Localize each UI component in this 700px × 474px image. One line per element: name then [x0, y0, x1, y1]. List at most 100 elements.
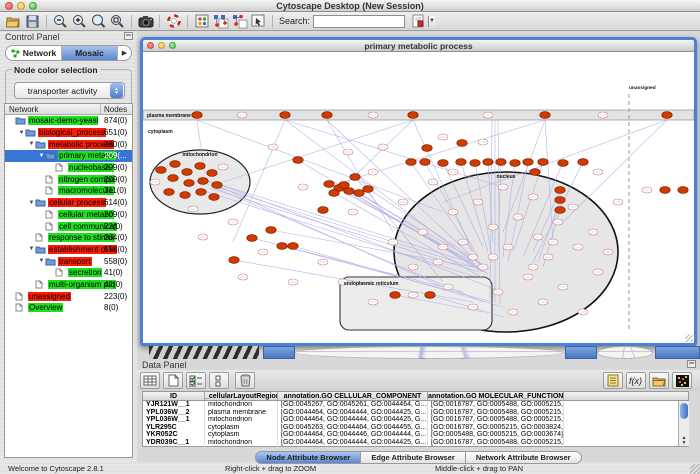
tab-mosaic[interactable]: Mosaic — [62, 46, 118, 60]
background-window-fragment[interactable] — [565, 346, 597, 359]
network-node-highlighted[interactable] — [538, 159, 548, 166]
annotation-select-icon[interactable] — [249, 13, 268, 30]
network-node-highlighted[interactable] — [555, 197, 565, 204]
network-node-highlighted[interactable] — [350, 174, 360, 181]
network-node-highlighted[interactable] — [555, 187, 565, 194]
table-cell[interactable]: YPL036W__1 — [143, 416, 205, 424]
close-button[interactable] — [5, 2, 13, 10]
table-cell[interactable]: plasma membrane — [205, 409, 278, 417]
network-node-highlighted[interactable] — [280, 112, 290, 119]
table-cell[interactable]: [GO:0016787, GO:0005488, GO:0005215, G..… — [428, 416, 564, 424]
tree-row[interactable]: Overview8(0) — [5, 302, 132, 314]
network-node-highlighted[interactable] — [456, 159, 466, 166]
scrollbar-arrows[interactable]: ▲▼ — [679, 436, 689, 446]
network-node-highlighted[interactable] — [293, 157, 303, 164]
network-node-highlighted[interactable] — [422, 145, 432, 152]
background-window-fragment[interactable] — [597, 346, 653, 359]
table-vertical-scrollbar[interactable]: ▲▼ — [678, 401, 689, 446]
function-builder-icon[interactable]: f(x) — [626, 372, 646, 389]
snapshot-camera-icon[interactable] — [136, 13, 155, 30]
network-node-highlighted[interactable] — [470, 160, 480, 167]
configure-search-icon[interactable] — [408, 13, 427, 30]
network-node-highlighted[interactable] — [555, 207, 565, 214]
table-cell[interactable]: [GO:0044464, GO:0044444, GO:0044425, G..… — [278, 409, 428, 417]
app-resize-grip[interactable] — [690, 464, 700, 474]
disclosure-triangle-icon[interactable]: ▼ — [38, 258, 45, 264]
tree-row[interactable]: secretion41(0) — [5, 267, 132, 279]
network-node-highlighted[interactable] — [192, 112, 202, 119]
node-color-dropdown[interactable]: transporter activity ▲▼ — [14, 82, 125, 99]
table-cell[interactable]: [GO:0045267, GO:0045261, GO:0044464, G..… — [278, 401, 428, 409]
network-node-highlighted[interactable] — [496, 159, 506, 166]
tree-row[interactable]: nucleobase-209(0) — [5, 162, 132, 174]
network-node-highlighted[interactable] — [247, 235, 257, 242]
search-dropdown-arrow[interactable]: ▼ — [428, 16, 435, 27]
network-window[interactable]: primary metabolic process plasma membran… — [140, 37, 697, 346]
minimize-button[interactable] — [17, 2, 25, 10]
network-node-highlighted[interactable] — [168, 175, 178, 182]
network-node-highlighted[interactable] — [196, 189, 206, 196]
network-node-highlighted[interactable] — [209, 194, 219, 201]
tab-overflow-arrow-icon[interactable]: ▶ — [118, 46, 131, 60]
create-network-view-icon[interactable] — [211, 13, 230, 30]
table-cell[interactable] — [564, 416, 688, 424]
disclosure-triangle-icon[interactable]: ▼ — [28, 141, 35, 147]
network-node-highlighted[interactable] — [483, 159, 493, 166]
table-cell[interactable]: [GO:0016787, GO:0005488, GO:0005215, G..… — [428, 409, 564, 417]
help-ring-icon[interactable] — [164, 13, 183, 30]
tree-row[interactable]: cellular metabo209(0) — [5, 209, 132, 221]
tree-row[interactable]: ▼biological_process651(0) — [5, 127, 132, 139]
table-cell[interactable] — [564, 409, 688, 417]
table-row[interactable]: YJR121W__1mitochondrion[GO:0045267, GO:0… — [143, 401, 688, 409]
network-node-highlighted[interactable] — [578, 159, 588, 166]
table-cell[interactable] — [564, 401, 688, 409]
network-node-highlighted[interactable] — [229, 257, 239, 264]
table-cell[interactable]: YLR295C — [143, 424, 205, 432]
tree-row[interactable]: ▼cellular process614(0) — [5, 197, 132, 209]
new-attribute-icon[interactable] — [163, 372, 183, 389]
tree-row[interactable]: response to stimul264(0) — [5, 232, 132, 244]
network-edge[interactable] — [223, 120, 413, 182]
attribute-matrix-icon[interactable] — [672, 372, 692, 389]
background-window-fragment[interactable] — [263, 346, 295, 359]
destroy-network-view-icon[interactable] — [230, 13, 249, 30]
network-node-highlighted[interactable] — [329, 190, 339, 197]
disclosure-triangle-icon[interactable]: ▼ — [28, 246, 35, 252]
table-cell[interactable]: YJR121W__1 — [143, 401, 205, 409]
network-node-highlighted[interactable] — [212, 182, 222, 189]
table-cell[interactable]: [GO:0044464, GO:0044444, GO:0044425, G..… — [278, 416, 428, 424]
network-node-highlighted[interactable] — [354, 190, 364, 197]
table-cell[interactable]: mitochondrion — [205, 401, 278, 409]
background-window-fragment[interactable] — [655, 346, 700, 359]
table-column-header[interactable]: annotation.GO CELLULAR_COMPONENT — [278, 392, 428, 400]
disclosure-triangle-icon[interactable]: ▼ — [38, 153, 45, 159]
network-node-highlighted[interactable] — [660, 187, 670, 194]
tree-row[interactable]: ▼transport558(0) — [5, 255, 132, 267]
network-node-highlighted[interactable] — [170, 161, 180, 168]
tree-row[interactable]: ▼establishment of lo558(0) — [5, 244, 132, 256]
table-row[interactable]: YPL036W__2plasma membrane[GO:0044464, GO… — [143, 409, 688, 417]
table-cell[interactable]: [GO:0016787, GO:0005215, GO:0003824, G..… — [428, 424, 564, 432]
network-node-highlighted[interactable] — [198, 178, 208, 185]
network-node-highlighted[interactable] — [324, 181, 334, 188]
network-node-highlighted[interactable] — [195, 163, 205, 170]
attribute-table-icon[interactable] — [140, 372, 160, 389]
background-window-fragment[interactable] — [149, 346, 259, 359]
network-node-highlighted[interactable] — [390, 292, 400, 299]
tree-row[interactable]: ▼metabolic process280(0) — [5, 138, 132, 150]
network-node-highlighted[interactable] — [156, 167, 166, 174]
table-cell[interactable]: [GO:0005488, GO:0005215, GO:0003674] — [428, 431, 564, 439]
network-node-highlighted[interactable] — [457, 140, 467, 147]
scrollbar-thumb[interactable] — [680, 403, 688, 419]
window-resize-grip[interactable] — [685, 334, 693, 342]
net-zoom-button[interactable] — [169, 42, 176, 49]
tab-network[interactable]: Network — [6, 46, 62, 60]
table-cell[interactable] — [564, 439, 688, 447]
network-edge[interactable] — [285, 120, 503, 187]
network-node-highlighted[interactable] — [662, 112, 672, 119]
network-node-highlighted[interactable] — [540, 112, 550, 119]
disclosure-triangle-icon[interactable]: ▼ — [28, 200, 35, 206]
network-window-titlebar[interactable]: primary metabolic process — [143, 40, 694, 52]
tree-row[interactable]: macromolecule311(0) — [5, 185, 132, 197]
table-cell[interactable]: YDR039C__1 — [143, 439, 205, 447]
